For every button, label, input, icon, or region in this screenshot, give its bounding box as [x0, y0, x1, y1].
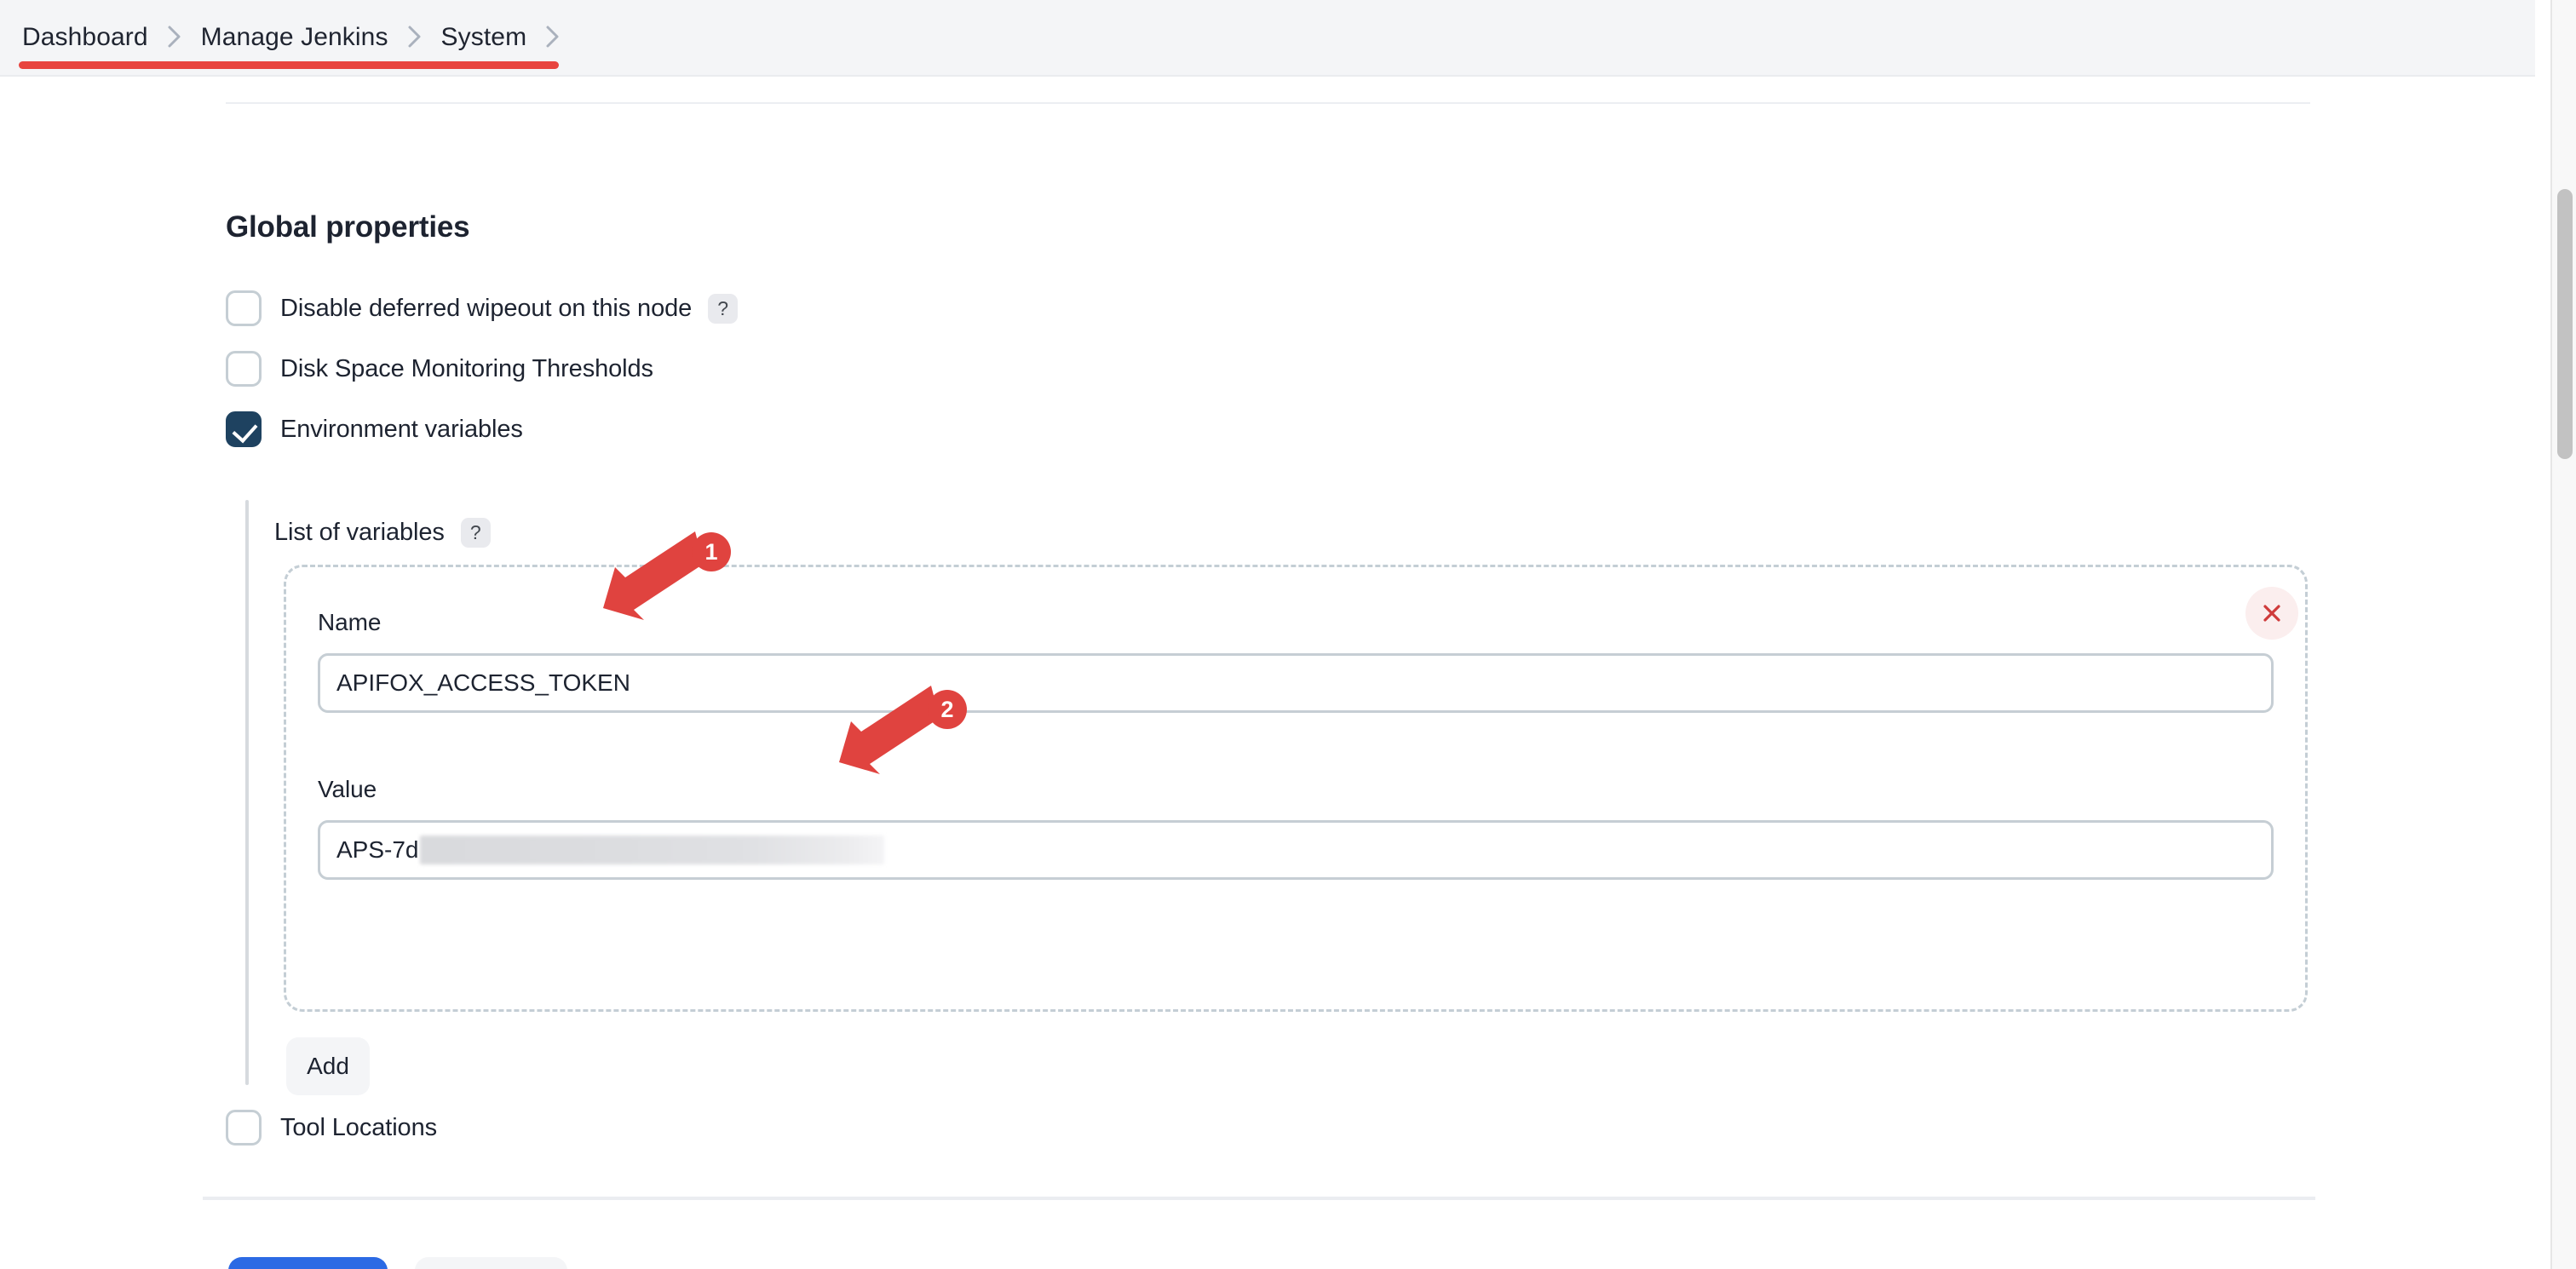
checkbox-row-tool-locations[interactable]: Tool Locations	[226, 1107, 437, 1148]
chevron-right-icon	[544, 24, 561, 49]
scrollbar-thumb[interactable]	[2557, 189, 2573, 459]
footer-divider	[203, 1197, 2315, 1200]
vertical-scrollbar[interactable]	[2550, 0, 2576, 1269]
name-input-value: APIFOX_ACCESS_TOKEN	[336, 669, 630, 696]
section-divider-top	[226, 102, 2310, 104]
breadcrumb-item-system[interactable]: System	[441, 23, 527, 52]
close-x-icon	[2259, 600, 2285, 626]
jenkins-system-configuration-page: Dashboard Manage Jenkins System Global p…	[0, 0, 2576, 1269]
value-input[interactable]: APS-7d	[318, 820, 2274, 880]
checkbox-environment-variables[interactable]	[226, 411, 262, 447]
annotation-breadcrumb-underline	[19, 61, 559, 69]
value-input-value: APS-7d	[336, 836, 419, 863]
checkbox-label: Disable deferred wipeout on this node	[280, 294, 693, 322]
checkbox-row-disk-space-monitoring[interactable]: Disk Space Monitoring Thresholds	[226, 348, 653, 389]
checkbox-label: Tool Locations	[280, 1113, 437, 1141]
list-of-variables-label: List of variables	[274, 519, 445, 546]
checkbox-disable-deferred-wipeout[interactable]	[226, 290, 262, 326]
name-input[interactable]: APIFOX_ACCESS_TOKEN	[318, 653, 2274, 713]
save-button[interactable]: Save	[228, 1257, 388, 1269]
value-field-label: Value	[318, 776, 377, 802]
checkbox-tool-locations[interactable]	[226, 1110, 262, 1146]
breadcrumb-item-manage-jenkins[interactable]: Manage Jenkins	[201, 23, 388, 52]
list-of-variables-header: List of variables ?	[274, 518, 491, 548]
help-icon[interactable]: ?	[708, 293, 739, 324]
help-icon[interactable]: ?	[460, 518, 491, 548]
checkbox-row-environment-variables[interactable]: Environment variables	[226, 409, 523, 450]
chevron-right-icon	[166, 24, 183, 49]
name-field-label: Name	[318, 609, 382, 635]
checkbox-row-disable-deferred-wipeout[interactable]: Disable deferred wipeout on this node ?	[226, 288, 739, 329]
checkbox-label: Disk Space Monitoring Thresholds	[280, 354, 653, 382]
nested-section-guide-line	[245, 500, 249, 1085]
delete-variable-button[interactable]	[2245, 587, 2298, 640]
page-title: Global properties	[226, 210, 470, 244]
main-content: Global properties Disable deferred wipeo…	[0, 77, 2535, 1269]
breadcrumb-item-dashboard[interactable]: Dashboard	[22, 23, 148, 52]
variable-entry-card: Name APIFOX_ACCESS_TOKEN Value APS-7d	[284, 565, 2308, 1012]
checkbox-label: Environment variables	[280, 415, 523, 443]
chevron-right-icon	[406, 24, 423, 49]
add-variable-button[interactable]: Add	[286, 1037, 370, 1095]
checkbox-disk-space-monitoring[interactable]	[226, 351, 262, 387]
redacted-value-mask	[419, 835, 884, 864]
apply-button[interactable]: Apply	[415, 1257, 567, 1269]
